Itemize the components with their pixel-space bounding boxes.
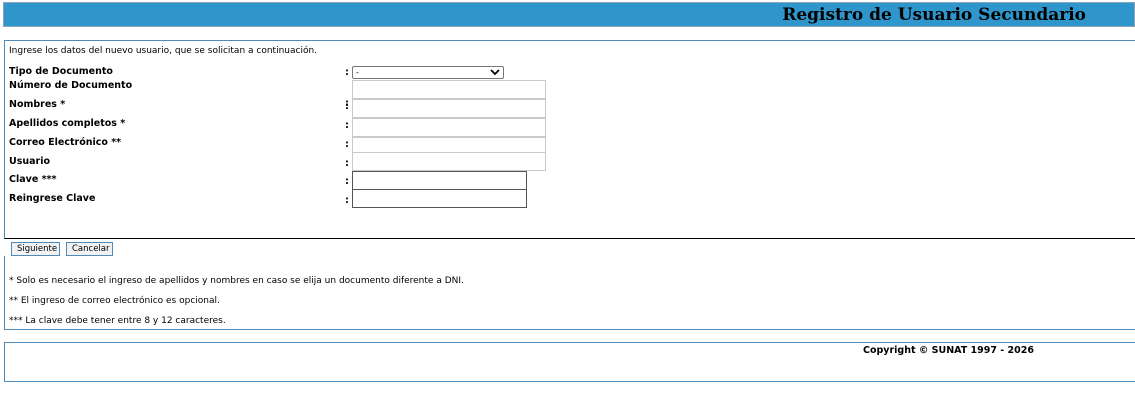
numero-documento-input[interactable] [352, 80, 546, 99]
note-correo: ** El ingreso de correo electrónico es o… [9, 296, 220, 306]
header-bar: Registro de Usuario Secundario [3, 2, 1135, 27]
colon: : [345, 139, 349, 150]
tipo-documento-select[interactable]: - [352, 66, 504, 79]
correo-label: Correo Electrónico ** [9, 137, 122, 148]
reingrese-clave-input[interactable] [352, 189, 527, 208]
colon: : [345, 67, 349, 78]
notes-section: * Solo es necesario el ingreso de apelli… [4, 256, 1135, 330]
colon: : [345, 176, 349, 187]
usuario-label: Usuario [9, 156, 51, 167]
clave-input[interactable] [352, 171, 527, 190]
row-nombres: Nombres * : [5, 99, 705, 118]
registration-form: Ingrese los datos del nuevo usuario, que… [4, 40, 1135, 239]
note-clave: *** La clave debe tener entre 8 y 12 car… [9, 316, 226, 326]
footer: Copyright © SUNAT 1997 - 2026 [4, 342, 1135, 382]
reingrese-clave-label: Reingrese Clave [9, 193, 96, 204]
numero-documento-label: Número de Documento [9, 80, 133, 91]
form-intro: Ingrese los datos del nuevo usuario, que… [9, 46, 318, 56]
cancelar-button[interactable]: Cancelar [66, 242, 113, 256]
colon: : [345, 120, 349, 131]
clave-label: Clave *** [9, 174, 57, 185]
usuario-input[interactable] [352, 152, 546, 171]
apellidos-label: Apellidos completos * [9, 118, 126, 129]
row-apellidos: Apellidos completos * : [5, 118, 705, 137]
colon: : [345, 158, 349, 169]
colon: : [345, 195, 349, 206]
tipo-documento-label: Tipo de Documento [9, 66, 113, 77]
siguiente-button[interactable]: Siguiente [11, 242, 60, 256]
row-reingrese-clave: Reingrese Clave : [5, 189, 705, 212]
note-apellidos: * Solo es necesario el ingreso de apelli… [9, 276, 464, 286]
nombres-input[interactable] [352, 99, 546, 118]
row-numero-documento: Número de Documento : [5, 80, 705, 109]
tipo-documento-selected: - [356, 68, 359, 77]
nombres-label: Nombres * [9, 99, 66, 110]
copyright: Copyright © SUNAT 1997 - 2026 [863, 345, 1034, 356]
apellidos-input[interactable] [352, 118, 546, 137]
page-title: Registro de Usuario Secundario [782, 5, 1086, 25]
colon: : [345, 101, 349, 112]
chevron-down-icon [490, 67, 500, 81]
